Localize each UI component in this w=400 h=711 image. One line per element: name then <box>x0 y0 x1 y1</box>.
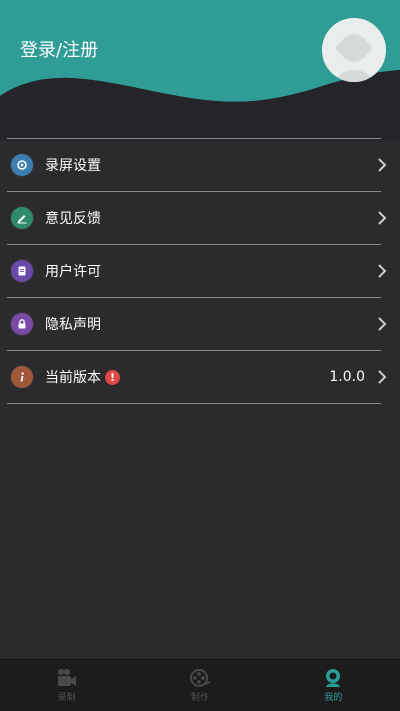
tab-label: 制作 <box>190 693 209 703</box>
update-warning-badge: ! <box>105 369 120 385</box>
menu-item-user-license[interactable]: 用户许可 <box>7 244 387 297</box>
menu-item-record-settings[interactable]: 录屏设置 <box>7 138 387 191</box>
settings-icon <box>11 154 33 176</box>
avatar[interactable] <box>322 18 386 82</box>
version-number: 1.0.0 <box>329 369 365 385</box>
tab-mine[interactable]: 我的 <box>267 660 400 711</box>
menu-item-label: 录屏设置 <box>45 158 101 174</box>
settings-menu: 录屏设置 意见反馈 用户许可 隐私声明 当前版本 ! 1.0.0 <box>7 138 387 404</box>
menu-item-feedback[interactable]: 意见反馈 <box>7 191 387 244</box>
chevron-right-icon <box>378 370 387 384</box>
menu-item-label: 意见反馈 <box>45 211 101 227</box>
edit-icon <box>11 207 33 229</box>
chevron-right-icon <box>378 317 387 331</box>
bottom-tab-bar: 录制 制作 我的 <box>0 659 400 711</box>
document-icon <box>11 260 33 282</box>
tab-label: 录制 <box>57 693 76 703</box>
video-camera-icon <box>57 669 76 686</box>
tab-create[interactable]: 制作 <box>133 660 266 711</box>
chevron-right-icon <box>378 264 387 278</box>
menu-item-label: 隐私声明 <box>45 317 101 333</box>
login-register-link[interactable]: 登录/注册 <box>20 36 98 62</box>
film-reel-icon <box>189 669 211 687</box>
tab-label: 我的 <box>324 693 343 703</box>
info-icon <box>11 366 33 388</box>
menu-item-current-version[interactable]: 当前版本 ! 1.0.0 <box>7 350 387 404</box>
chevron-right-icon <box>378 211 387 225</box>
menu-item-privacy-statement[interactable]: 隐私声明 <box>7 297 387 350</box>
chevron-right-icon <box>378 158 387 172</box>
user-icon <box>326 669 341 687</box>
menu-item-label: 用户许可 <box>45 264 101 280</box>
default-avatar-icon <box>322 18 386 82</box>
menu-item-label: 当前版本 <box>45 370 101 386</box>
tab-record[interactable]: 录制 <box>0 660 133 711</box>
profile-header: 登录/注册 <box>0 0 400 140</box>
lock-icon <box>11 313 33 335</box>
